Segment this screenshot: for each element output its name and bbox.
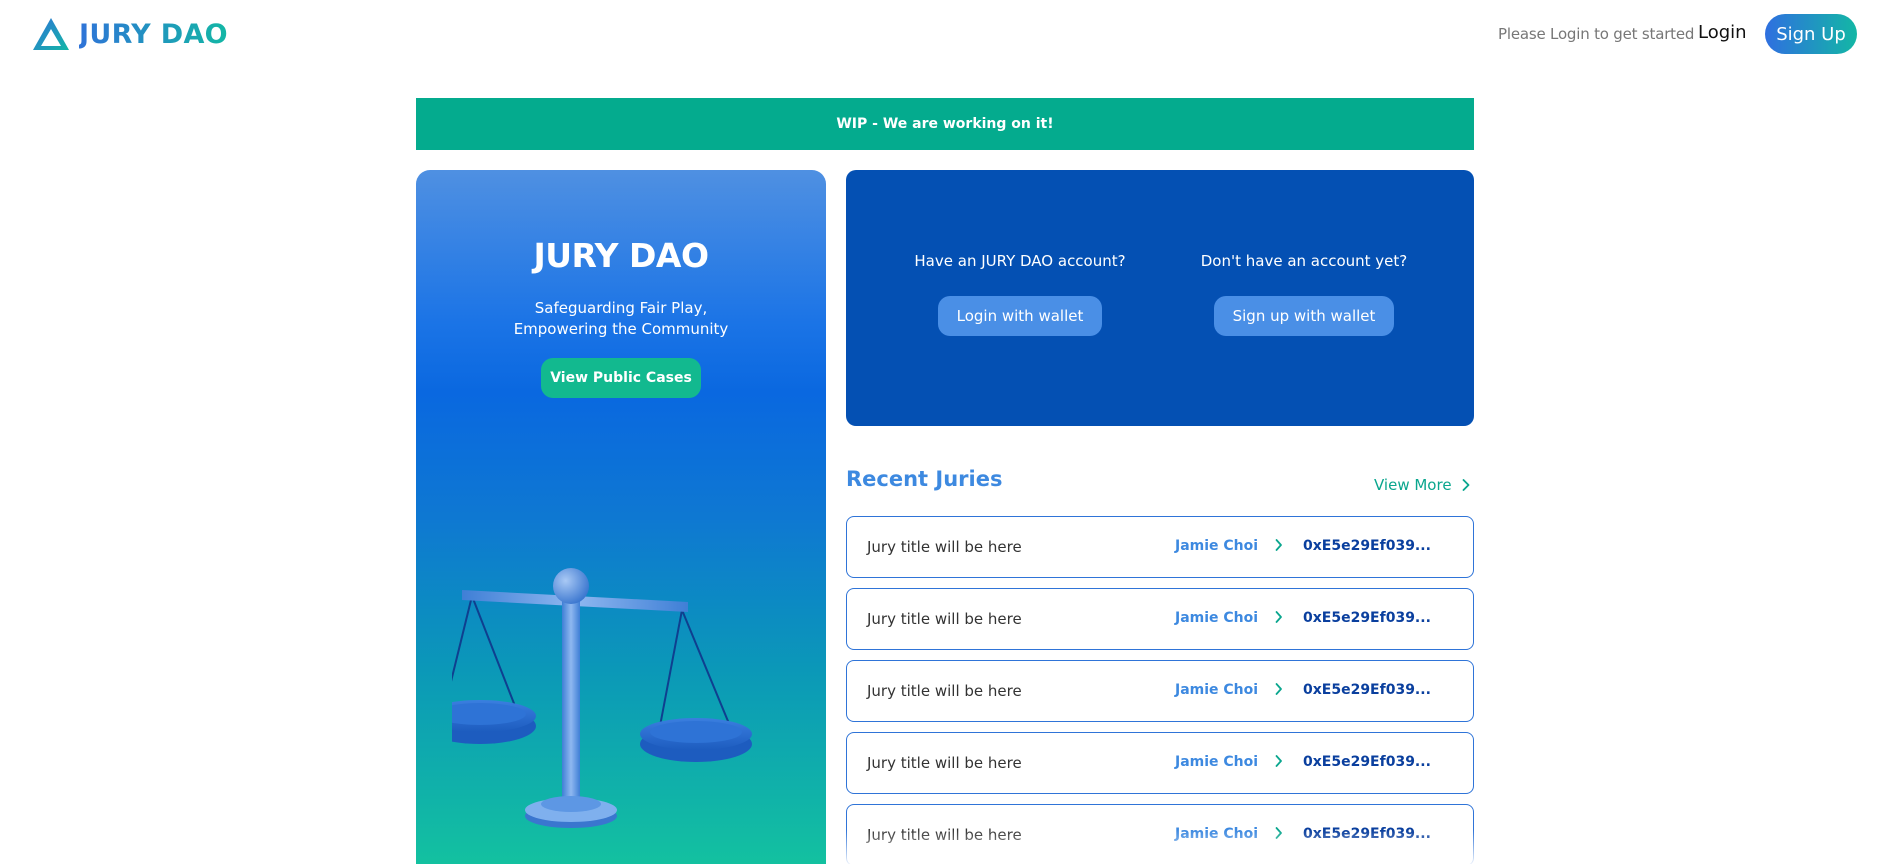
existing-account-question: Have an JURY DAO account? bbox=[914, 252, 1126, 270]
chevron-right-icon bbox=[1462, 479, 1469, 491]
login-button[interactable]: Login bbox=[1698, 22, 1747, 43]
jury-title: Jury title will be here bbox=[867, 682, 1022, 700]
jury-creator-name[interactable]: Jamie Choi bbox=[1175, 538, 1258, 554]
jury-wallet-address[interactable]: 0xE5e29Ef039... bbox=[1303, 754, 1431, 770]
hero-subtitle-line2: Empowering the Community bbox=[513, 320, 729, 338]
brand-logo[interactable]: JURY DAO bbox=[31, 16, 228, 52]
jury-row[interactable]: Jury title will be here Jamie Choi 0xE5e… bbox=[846, 588, 1474, 650]
view-more-label: View More bbox=[1374, 476, 1452, 494]
new-account-section: Don't have an account yet? Sign up with … bbox=[1154, 252, 1454, 336]
jury-wallet-address[interactable]: 0xE5e29Ef039... bbox=[1303, 610, 1431, 626]
login-hint: Please Login to get started bbox=[1498, 25, 1695, 43]
new-account-question: Don't have an account yet? bbox=[1200, 252, 1408, 270]
hero-subtitle: Safeguarding Fair Play, Empowering the C… bbox=[416, 298, 826, 340]
signup-with-wallet-button[interactable]: Sign up with wallet bbox=[1213, 296, 1395, 336]
jury-row[interactable]: Jury title will be here Jamie Choi 0xE5e… bbox=[846, 804, 1474, 864]
jury-row[interactable]: Jury title will be here Jamie Choi 0xE5e… bbox=[846, 516, 1474, 578]
jury-creator-name[interactable]: Jamie Choi bbox=[1175, 826, 1258, 842]
view-more-link[interactable]: View More bbox=[1374, 476, 1470, 494]
triangle-logo-icon bbox=[33, 18, 69, 50]
jury-wallet-address[interactable]: 0xE5e29Ef039... bbox=[1303, 538, 1431, 554]
wip-banner: WIP - We are working on it! bbox=[416, 98, 1474, 150]
jury-title: Jury title will be here bbox=[867, 754, 1022, 772]
jury-wallet-address[interactable]: 0xE5e29Ef039... bbox=[1303, 826, 1431, 842]
signup-button[interactable]: Sign Up bbox=[1765, 14, 1857, 54]
jury-title: Jury title will be here bbox=[867, 538, 1022, 556]
login-with-wallet-button[interactable]: Login with wallet bbox=[937, 296, 1103, 336]
jury-title: Jury title will be here bbox=[867, 826, 1022, 844]
chevron-right-icon bbox=[1275, 611, 1282, 623]
recent-juries-title: Recent Juries bbox=[846, 467, 1003, 491]
hero-subtitle-line1: Safeguarding Fair Play, bbox=[534, 299, 708, 317]
jury-title: Jury title will be here bbox=[867, 610, 1022, 628]
hero-title: JURY DAO bbox=[533, 236, 709, 275]
existing-account-section: Have an JURY DAO account? Login with wal… bbox=[870, 252, 1170, 336]
account-card: Have an JURY DAO account? Login with wal… bbox=[846, 170, 1474, 426]
jury-wallet-address[interactable]: 0xE5e29Ef039... bbox=[1303, 682, 1431, 698]
chevron-right-icon bbox=[1275, 683, 1282, 695]
balance-scales-icon bbox=[452, 568, 752, 828]
jury-creator-name[interactable]: Jamie Choi bbox=[1175, 754, 1258, 770]
jury-row[interactable]: Jury title will be here Jamie Choi 0xE5e… bbox=[846, 732, 1474, 794]
jury-creator-name[interactable]: Jamie Choi bbox=[1175, 682, 1258, 698]
chevron-right-icon bbox=[1275, 827, 1282, 839]
top-header: JURY DAO Please Login to get started Log… bbox=[0, 0, 1889, 68]
brand-name: JURY DAO bbox=[79, 18, 228, 50]
jury-creator-name[interactable]: Jamie Choi bbox=[1175, 610, 1258, 626]
view-public-cases-button[interactable]: View Public Cases bbox=[541, 358, 701, 398]
chevron-right-icon bbox=[1275, 755, 1282, 767]
chevron-right-icon bbox=[1275, 539, 1282, 551]
wip-banner-text: WIP - We are working on it! bbox=[836, 116, 1054, 132]
jury-row[interactable]: Jury title will be here Jamie Choi 0xE5e… bbox=[846, 660, 1474, 722]
recent-juries-list: Jury title will be here Jamie Choi 0xE5e… bbox=[846, 516, 1474, 864]
hero-card: JURY DAO Safeguarding Fair Play, Empower… bbox=[416, 170, 826, 864]
